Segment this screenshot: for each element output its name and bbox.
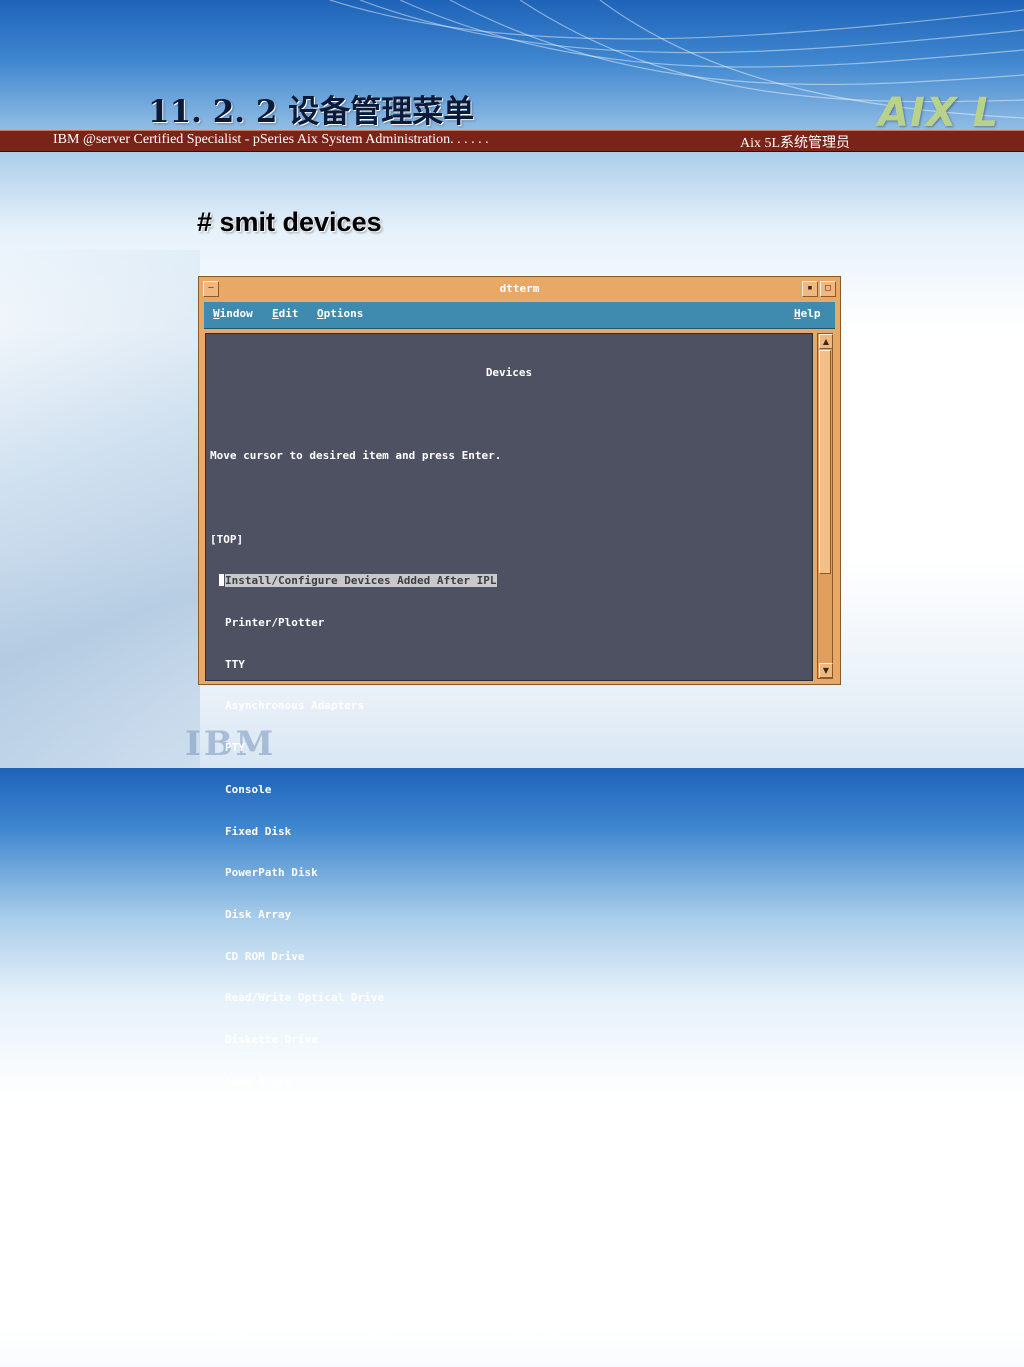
- top-marker: [TOP]: [210, 532, 244, 546]
- slide-title: 11. 2. 2 设备管理菜单: [148, 94, 475, 130]
- window-menu-icon[interactable]: —: [203, 281, 219, 297]
- menu-help[interactable]: Help: [794, 307, 821, 320]
- text-cursor: [219, 574, 224, 587]
- terminal-area[interactable]: Devices Move cursor to desired item and …: [205, 333, 813, 1338]
- menu-item[interactable]: Console: [210, 783, 808, 797]
- menubar: Window Edit Options Help: [204, 301, 835, 329]
- key-enter-do[interactable]: Enter=Do: [509, 1325, 659, 1339]
- more-marker: [MORE...11]: [210, 1199, 283, 1213]
- menu-item[interactable]: PowerPath Disk: [210, 866, 808, 880]
- menu-item[interactable]: TTY: [210, 658, 808, 672]
- command-text: # smit devices: [197, 207, 382, 237]
- menu-edit[interactable]: Edit: [272, 307, 299, 320]
- menu-options[interactable]: Options: [317, 307, 363, 320]
- menu-item[interactable]: Fixed Disk: [210, 825, 808, 839]
- menu-item[interactable]: Printer/Plotter: [210, 616, 808, 630]
- menu-item[interactable]: CD ROM Drive: [210, 950, 808, 964]
- scrollbar-thumb[interactable]: [819, 350, 831, 574]
- instruction-text: Move cursor to desired item and press En…: [210, 449, 502, 463]
- key-f9-shell[interactable]: F9=Shell: [210, 1325, 360, 1339]
- function-keys-row-1: F1=Help F2=Refresh F3=Cancel F8=Image: [210, 1283, 808, 1297]
- menu-item[interactable]: Diskette Drive: [210, 1033, 808, 1047]
- minimize-icon[interactable]: ▪: [802, 281, 818, 297]
- menu-window-label: indow: [219, 307, 253, 320]
- terminal-text: Devices Move cursor to desired item and …: [210, 338, 808, 1367]
- key-f3-cancel[interactable]: F3=Cancel: [509, 1283, 659, 1297]
- menu-item[interactable]: Asynchronous Adapters: [210, 699, 808, 713]
- banner-course-name: Aix 5L系统管理员: [740, 136, 851, 151]
- scroll-up-arrow-icon[interactable]: ▲: [819, 334, 833, 349]
- scroll-down-arrow-icon[interactable]: ▼: [819, 663, 833, 678]
- menu-item[interactable]: Communications: [210, 1116, 808, 1130]
- key-f10-exit[interactable]: F10=Exit: [360, 1325, 510, 1339]
- window-title: dtterm: [499, 282, 540, 295]
- menu-item-selected[interactable]: Install/Configure Devices Added After IP…: [210, 574, 808, 588]
- menu-options-label: ptions: [323, 307, 364, 320]
- header-banner: IBM @server Certified Specialist - pSeri…: [0, 130, 1024, 152]
- key-f8-image[interactable]: F8=Image: [659, 1283, 809, 1297]
- dtterm-window: — dtterm ▪ □ Window Edit Options Help De…: [198, 276, 841, 1338]
- menu-edit-label: dit: [278, 307, 299, 320]
- menu-heading: Devices: [485, 365, 533, 379]
- menu-item[interactable]: Read/Write Optical Drive: [210, 991, 808, 1005]
- banner-course-title: IBM @server Certified Specialist - pSeri…: [53, 132, 489, 147]
- maximize-icon[interactable]: □: [820, 281, 836, 297]
- menu-item-label: Install/Configure Devices Added After IP…: [225, 574, 497, 588]
- key-f1-help[interactable]: F1=Help: [210, 1283, 360, 1297]
- window-titlebar[interactable]: — dtterm ▪ □: [201, 280, 838, 298]
- menu-item[interactable]: PTY: [210, 741, 808, 755]
- menu-help-label: elp: [800, 307, 821, 320]
- background-workstation-image: [0, 250, 200, 768]
- menu-item[interactable]: Disk Array: [210, 908, 808, 922]
- vertical-scrollbar[interactable]: ▲ ▼: [817, 333, 833, 679]
- key-f2-refresh[interactable]: F2=Refresh: [360, 1283, 510, 1297]
- menu-item[interactable]: Graphic Displays: [210, 1158, 808, 1172]
- function-keys-row-2: F9=Shell F10=Exit Enter=Do: [210, 1325, 808, 1339]
- menu-item[interactable]: Tape Drive: [210, 1075, 808, 1089]
- menu-window[interactable]: Window: [213, 307, 253, 320]
